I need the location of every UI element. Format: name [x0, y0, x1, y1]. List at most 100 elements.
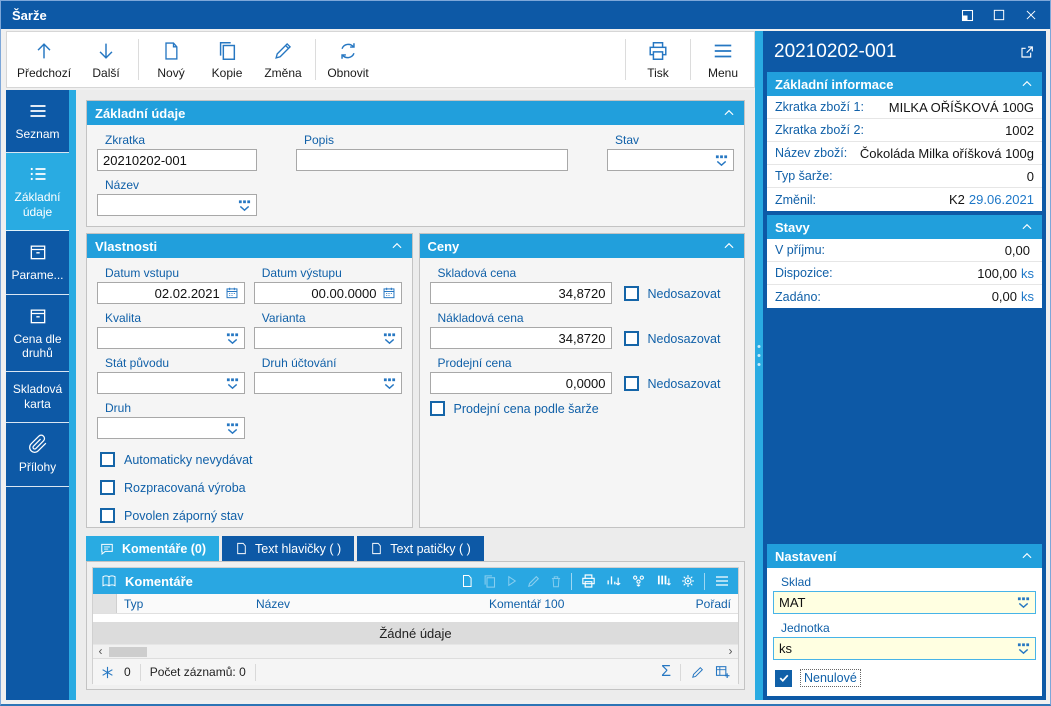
sidebar-item-zakladni-udaje[interactable]: Základní údaje	[6, 153, 69, 232]
scroll-left-icon[interactable]: ‹	[93, 645, 108, 658]
nakladova-cena-input[interactable]: 34,8720	[429, 327, 612, 349]
refresh-button[interactable]: Obnovit	[320, 34, 376, 85]
chevron-up-icon[interactable]	[1020, 549, 1034, 563]
add-table-icon[interactable]	[714, 664, 731, 680]
new-button[interactable]: Nový	[143, 34, 199, 85]
edit-record-icon[interactable]	[526, 574, 541, 589]
column-header-komentar[interactable]: Komentář 100	[482, 597, 676, 611]
zkratka-input[interactable]: 20210202-001	[97, 149, 257, 171]
maximize-icon[interactable]	[986, 5, 1012, 25]
checkbox-box[interactable]	[100, 452, 115, 467]
varianta-input[interactable]	[253, 327, 402, 349]
settings-gear-icon[interactable]	[680, 573, 696, 589]
sidebar-item-skladova-karta[interactable]: Skladová karta	[6, 372, 69, 424]
arrow-down-icon	[95, 39, 117, 63]
checkbox-nenulove[interactable]: Nenulové	[775, 669, 1036, 687]
horizontal-scrollbar[interactable]: ‹ ›	[93, 644, 738, 658]
print-table-icon[interactable]	[580, 573, 597, 589]
asterisk-icon[interactable]	[100, 665, 115, 680]
dropdown-icon[interactable]	[226, 332, 239, 345]
dropdown-icon[interactable]	[1017, 596, 1030, 609]
scroll-right-icon[interactable]: ›	[723, 645, 738, 658]
edit-button[interactable]: Změna	[255, 34, 311, 85]
checkbox-prodejni-cena-podle-sarze[interactable]: Prodejní cena podle šarže	[429, 401, 735, 416]
checkbox-box[interactable]	[623, 286, 639, 301]
sidebar-item-seznam[interactable]: Seznam	[6, 90, 69, 154]
dropdown-icon[interactable]	[383, 332, 396, 345]
delete-record-icon[interactable]	[549, 574, 563, 589]
print-button[interactable]: Tisk	[630, 34, 686, 85]
tab-text-paticky[interactable]: Text patičky ( )	[357, 536, 484, 561]
column-header-poradi[interactable]: Pořadí	[676, 597, 738, 611]
calendar-icon[interactable]	[225, 286, 239, 300]
scrollbar-thumb[interactable]	[109, 646, 147, 657]
new-record-icon[interactable]	[460, 573, 474, 589]
dropdown-icon[interactable]	[715, 154, 728, 167]
checkbox-automaticky-nevydavat[interactable]: Automaticky nevydávat	[100, 452, 402, 467]
column-header-typ[interactable]: Typ	[117, 597, 249, 611]
checkbox-box[interactable]	[775, 669, 792, 687]
datum-vystupu-input[interactable]: 00.00.0000	[253, 282, 402, 304]
checkbox-nedosazovat-skladova[interactable]: Nedosazovat	[623, 286, 720, 301]
chevron-up-icon[interactable]	[390, 239, 404, 253]
menu-button[interactable]: Menu	[695, 34, 751, 85]
checkbox-box[interactable]	[623, 331, 639, 346]
checkbox-povolen-zaporny-stav[interactable]: Povolen záporný stav	[100, 508, 402, 523]
stavy-row: Zadáno: 0,00 ks	[775, 289, 1034, 304]
column-header-nazev[interactable]: Název	[249, 597, 482, 611]
calendar-icon[interactable]	[382, 286, 396, 300]
kvalita-input[interactable]	[97, 327, 245, 349]
open-record-icon[interactable]	[505, 574, 518, 588]
jednotka-input[interactable]: ks	[773, 637, 1036, 660]
sum-sigma-icon[interactable]: Σ	[661, 664, 671, 680]
dropdown-icon[interactable]	[226, 422, 239, 435]
chevron-up-icon[interactable]	[1020, 220, 1034, 234]
dropdown-icon[interactable]	[1017, 642, 1030, 655]
panel-splitter[interactable]	[755, 31, 763, 700]
comments-title: Komentáře	[125, 573, 193, 589]
checkbox-box[interactable]	[429, 401, 445, 416]
chevron-up-icon[interactable]	[1020, 77, 1034, 91]
checkbox-box[interactable]	[100, 480, 115, 495]
section-title: Ceny	[427, 238, 460, 254]
table-menu-icon[interactable]	[713, 573, 731, 589]
chevron-up-icon[interactable]	[722, 106, 736, 120]
open-external-icon[interactable]	[1019, 44, 1035, 60]
checkbox-box[interactable]	[100, 508, 115, 523]
copy-button[interactable]: Kopie	[199, 34, 255, 85]
next-button[interactable]: Další	[78, 34, 134, 85]
dropdown-icon[interactable]	[383, 377, 396, 390]
checkbox-box[interactable]	[623, 376, 639, 391]
cluster-export-icon[interactable]	[630, 573, 647, 589]
copy-record-icon[interactable]	[482, 574, 497, 589]
chart-export-icon[interactable]	[605, 573, 622, 589]
sidebar-item-cena-dle-druhu[interactable]: Cena dle druhů	[6, 295, 69, 373]
popis-input[interactable]	[296, 149, 568, 171]
sklad-input[interactable]: MAT	[773, 591, 1036, 614]
datum-vstupu-input[interactable]: 02.02.2021	[97, 282, 245, 304]
druh-uctovani-input[interactable]	[253, 372, 402, 394]
stat-puvodu-input[interactable]	[97, 372, 245, 394]
columns-export-icon[interactable]	[655, 573, 672, 589]
dock-window-icon[interactable]	[954, 5, 980, 25]
tab-text-hlavicky[interactable]: Text hlavičky ( )	[222, 536, 355, 561]
skladova-cena-input[interactable]: 34,8720	[429, 282, 612, 304]
dropdown-icon[interactable]	[238, 199, 251, 212]
dropdown-icon[interactable]	[226, 377, 239, 390]
popis-field: Popis	[296, 133, 568, 171]
checkbox-nedosazovat-prodejni[interactable]: Nedosazovat	[623, 376, 720, 391]
prodejni-cena-input[interactable]: 0,0000	[429, 372, 612, 394]
druh-input[interactable]	[97, 417, 245, 439]
stav-input[interactable]	[607, 149, 734, 171]
nazev-input[interactable]	[97, 194, 257, 216]
chevron-up-icon[interactable]	[722, 239, 736, 253]
edit-pencil-icon[interactable]	[690, 665, 705, 680]
previous-button[interactable]: Předchozí	[10, 34, 78, 85]
checkbox-nedosazovat-nakladova[interactable]: Nedosazovat	[623, 331, 720, 346]
splitter-handle[interactable]	[757, 345, 761, 367]
tab-komentare[interactable]: Komentáře (0)	[86, 536, 220, 561]
close-icon[interactable]	[1018, 5, 1044, 25]
checkbox-rozpracovana-vyroba[interactable]: Rozpracovaná výroba	[100, 480, 402, 495]
sidebar-item-prilohy[interactable]: Přílohy	[6, 423, 69, 487]
sidebar-item-parametry[interactable]: Parame...	[6, 231, 69, 295]
